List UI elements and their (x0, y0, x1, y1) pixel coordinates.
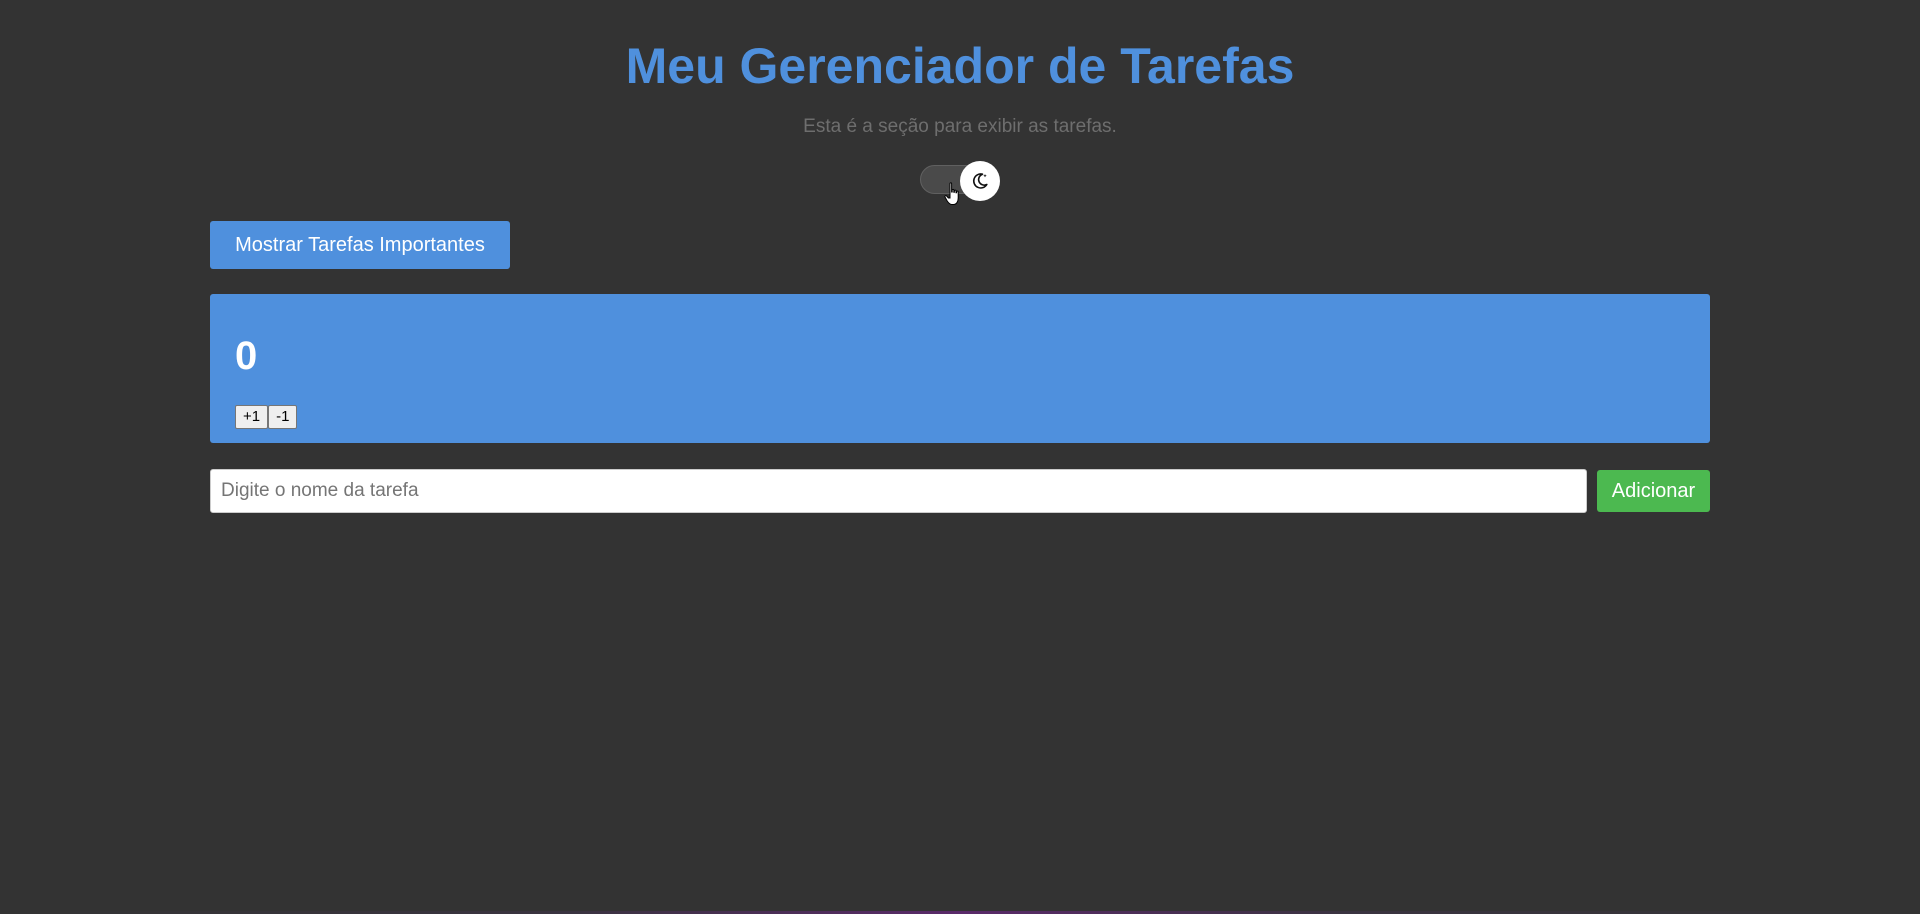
show-important-tasks-button[interactable]: Mostrar Tarefas Importantes (210, 221, 510, 269)
counter-value: 0 (235, 334, 258, 378)
app-page: Meu Gerenciador de Tarefas Esta é a seçã… (0, 0, 1920, 914)
toggle-knob[interactable] (960, 161, 1000, 201)
task-name-input[interactable] (210, 469, 1587, 513)
counter-panel: 0 +1 -1 (210, 294, 1710, 443)
moon-icon (972, 173, 988, 189)
page-subtitle: Esta é a seção para exibir as tarefas. (803, 116, 1117, 137)
counter-buttons: +1 -1 (235, 405, 298, 429)
page-title: Meu Gerenciador de Tarefas (625, 38, 1295, 94)
theme-toggle[interactable] (920, 161, 1000, 201)
increment-button[interactable]: +1 (235, 405, 269, 429)
add-task-button[interactable]: Adicionar (1597, 470, 1710, 512)
decrement-button[interactable]: -1 (268, 405, 298, 429)
